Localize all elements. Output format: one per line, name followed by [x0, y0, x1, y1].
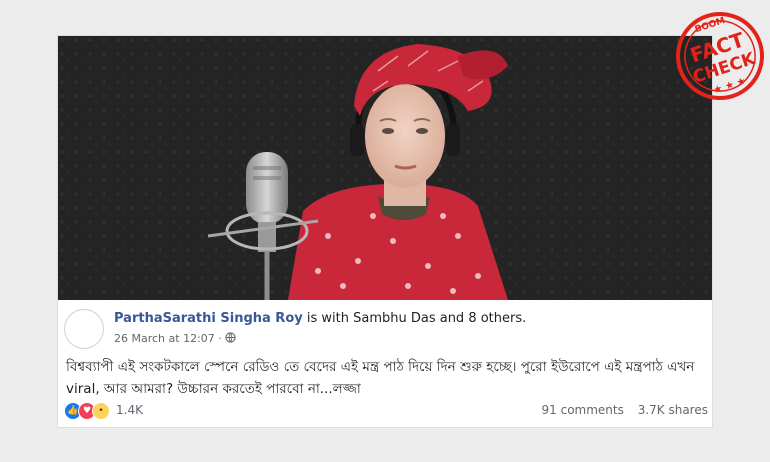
post-timestamp[interactable]: 26 March at 12:07 · — [114, 332, 236, 345]
post-video[interactable] — [58, 36, 712, 300]
reaction-count[interactable]: 1.4K — [116, 403, 143, 417]
avatar[interactable] — [64, 309, 104, 349]
post-message: বিশ্বব্যাপী এই সংকটকালে স্পেনে রেডিও তে … — [66, 359, 695, 397]
author-link[interactable]: ParthaSarathi Singha Roy — [114, 311, 303, 326]
shares-count[interactable]: 3.7K shares — [638, 403, 708, 417]
comments-count[interactable]: 91 comments — [542, 403, 624, 417]
wow-icon: • — [92, 402, 110, 420]
post-body: ParthaSarathi Singha Roy is with Sambhu … — [58, 300, 712, 427]
timestamp-text[interactable]: 26 March at 12:07 · — [114, 332, 225, 345]
video-frame-illustration — [58, 36, 712, 300]
post-stats: 91 comments 3.7K shares — [542, 403, 708, 417]
facebook-post-card: ParthaSarathi Singha Roy is with Sambhu … — [58, 36, 712, 427]
reaction-icons[interactable]: 👍 ♥ • — [64, 402, 110, 420]
post-footer: 👍 ♥ • 1.4K 91 comments 3.7K shares — [64, 401, 708, 421]
fact-check-stamp: BOOM FACT CHECK ★ ★ ★ — [668, 0, 770, 110]
globe-icon — [225, 332, 236, 343]
post-header: ParthaSarathi Singha Roy is with Sambhu … — [114, 311, 526, 326]
tagged-text[interactable]: is with Sambhu Das and 8 others. — [303, 311, 526, 326]
